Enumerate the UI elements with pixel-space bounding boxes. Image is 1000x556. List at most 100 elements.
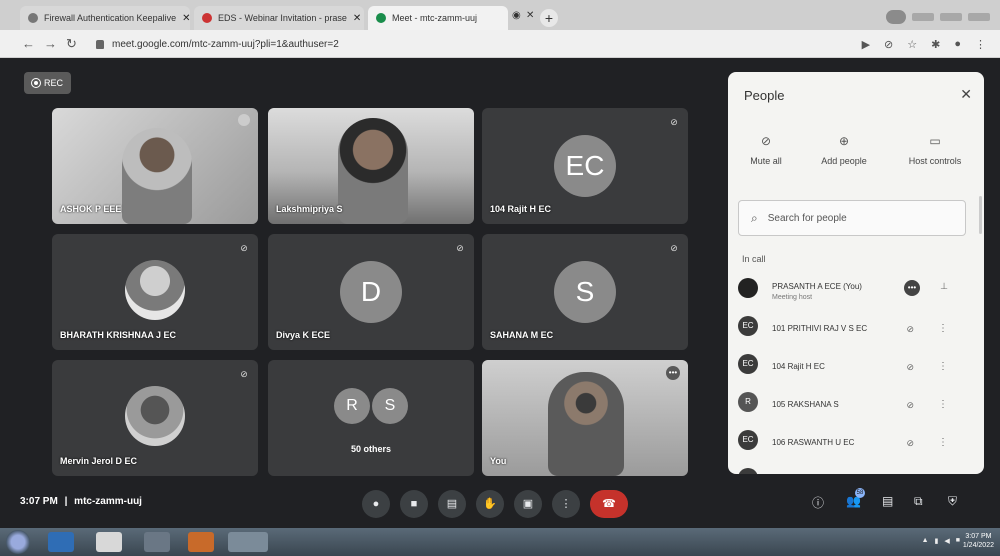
- close-tab-icon[interactable]: ✕: [176, 13, 190, 24]
- add-people-button[interactable]: ⊕ Add people: [812, 134, 876, 166]
- bookmark-star-icon[interactable]: ☆: [907, 38, 917, 51]
- participant-row-name: 105 RAKSHANA S: [772, 400, 839, 409]
- meeting-time: 3:07 PM: [20, 496, 58, 507]
- participant-name: Mervin Jerol D EC: [60, 456, 138, 466]
- reload-icon[interactable]: ↻: [66, 36, 77, 52]
- participant-avatar: R: [334, 388, 370, 424]
- end-call-icon: ☎: [602, 498, 616, 510]
- participant-tile[interactable]: ⊘ EC 104 Rajit H EC: [482, 108, 688, 224]
- language-icon[interactable]: ■: [956, 537, 960, 545]
- mic-off-icon: ⊘: [906, 362, 914, 372]
- tab-audio-icon[interactable]: ◉: [512, 10, 521, 21]
- search-icon: ⌕: [751, 210, 758, 225]
- close-tab-icon[interactable]: ✕: [347, 13, 361, 24]
- files-icon[interactable]: [144, 532, 170, 552]
- people-panel-title: People: [744, 88, 785, 103]
- participant-avatar: EC: [554, 135, 616, 197]
- participant-row[interactable]: EC 104 Rajit H EC ⊘ ⋮: [728, 350, 984, 386]
- others-tile[interactable]: R S 50 others: [268, 360, 474, 476]
- present-screen-icon: ▣: [522, 498, 534, 510]
- leave-call-button[interactable]: ☎: [590, 490, 628, 518]
- tab-title: Meet - mtc-zamm-uuj: [392, 13, 478, 23]
- camera-button[interactable]: ■: [400, 490, 428, 518]
- participant-photo-avatar: [125, 386, 185, 446]
- browser-tab-active[interactable]: Meet - mtc-zamm-uuj: [368, 6, 508, 30]
- self-video: [482, 360, 688, 476]
- raise-hand-button[interactable]: ✋: [476, 490, 504, 518]
- forward-icon[interactable]: →: [44, 36, 57, 51]
- participant-row[interactable]: R 105 RAKSHANA S ⊘ ⋮: [728, 388, 984, 424]
- meeting-details: 3:07 PM | mtc-zamm-uuj: [20, 496, 142, 507]
- more-options-icon[interactable]: ⋮: [938, 399, 948, 410]
- mic-off-icon: ⊘: [240, 369, 248, 379]
- zoom-icon[interactable]: ⊘: [884, 38, 893, 51]
- participant-tile[interactable]: ⊘ BHARATH KRISHNAA J EC: [52, 234, 258, 350]
- more-options-icon[interactable]: ⋮: [938, 361, 948, 372]
- tile-more-options-icon[interactable]: •••: [666, 366, 680, 380]
- participant-name: BHARATH KRISHNAA J EC: [60, 330, 177, 340]
- more-options-icon[interactable]: ⋮: [938, 323, 948, 334]
- panel-scrollbar[interactable]: [979, 196, 982, 234]
- host-controls-button[interactable]: ▭ Host controls: [900, 134, 970, 166]
- captions-button[interactable]: ▤: [438, 490, 466, 518]
- close-tab-icon[interactable]: ✕: [526, 10, 534, 21]
- taskbar-clock[interactable]: 3:07 PM 1/24/2022: [963, 532, 994, 550]
- menu-kebab-icon[interactable]: ⋮: [975, 38, 986, 51]
- activities-icon[interactable]: ⧉: [914, 494, 923, 509]
- extensions-icon[interactable]: ✱: [931, 38, 940, 51]
- browser-tab[interactable]: Firewall Authentication Keepalive ✕: [20, 6, 190, 30]
- volume-icon[interactable]: ◀: [944, 537, 949, 545]
- chrome-taskbar-icon[interactable]: [228, 532, 268, 552]
- back-icon[interactable]: ←: [22, 36, 35, 51]
- start-button[interactable]: [6, 530, 30, 554]
- camera-icon: ■: [410, 498, 418, 510]
- host-controls-icon: ▭: [929, 134, 941, 148]
- self-tile[interactable]: ••• You: [482, 360, 688, 476]
- browser-tab[interactable]: EDS - Webinar Invitation - prase ✕: [194, 6, 364, 30]
- chat-icon[interactable]: ▤: [882, 494, 893, 508]
- participant-avatar: [738, 468, 758, 474]
- search-people-input[interactable]: ⌕ Search for people: [738, 200, 966, 236]
- tile-options-icon[interactable]: [238, 114, 250, 126]
- show-hidden-icons-icon[interactable]: ▲: [922, 537, 929, 545]
- maximize-button[interactable]: [940, 13, 962, 21]
- captions-icon: ▤: [446, 498, 458, 510]
- minimize-button[interactable]: [912, 13, 934, 21]
- participant-name: You: [490, 456, 507, 466]
- participant-row[interactable]: EC 101 PRITHIVI RAJ V S EC ⊘ ⋮: [728, 312, 984, 348]
- more-options-icon[interactable]: ⋮: [938, 437, 948, 448]
- profile-avatar-icon[interactable]: ●: [954, 38, 961, 51]
- recording-label: REC: [44, 78, 64, 88]
- participant-row-name: PRASANTH A ECE (You): [772, 282, 862, 291]
- participant-tile[interactable]: ⊘ Mervin Jerol D EC: [52, 360, 258, 476]
- microphone-button[interactable]: ●: [362, 490, 390, 518]
- mute-all-button[interactable]: ⊘ Mute all: [742, 134, 790, 166]
- participant-row-partial[interactable]: [728, 464, 984, 474]
- more-options-button[interactable]: ⋮: [552, 490, 580, 518]
- participant-tile[interactable]: ⊘ S SAHANA M EC: [482, 234, 688, 350]
- mic-off-icon: ⊘: [670, 243, 678, 253]
- participant-tile[interactable]: Lakshmipriya S: [268, 108, 474, 224]
- pin-icon[interactable]: ⊥: [940, 281, 948, 292]
- network-icon[interactable]: ▮: [935, 537, 939, 545]
- profile-icon[interactable]: [886, 10, 906, 24]
- host-controls-icon[interactable]: ⛨: [948, 494, 957, 509]
- address-bar[interactable]: meet.google.com/mtc-zamm-uuj?pli=1&authu…: [88, 34, 848, 54]
- participant-tile[interactable]: ASHOK P EEE: [52, 108, 258, 224]
- more-vert-icon: ⋮: [560, 498, 572, 510]
- close-panel-icon[interactable]: ✕: [960, 86, 972, 103]
- participant-tile[interactable]: ⊘ D Divya K ECE: [268, 234, 474, 350]
- meeting-info-icon[interactable]: ⓘ: [812, 494, 824, 511]
- people-button[interactable]: 👥 58: [846, 488, 865, 508]
- ie-icon[interactable]: [48, 532, 74, 552]
- participant-row[interactable]: PRASANTH A ECE (You) Meeting host ••• ⊥: [728, 274, 984, 310]
- close-window-button[interactable]: [968, 13, 990, 21]
- camera-in-use-icon[interactable]: ▶: [862, 38, 870, 51]
- url-text: meet.google.com/mtc-zamm-uuj?pli=1&authu…: [112, 38, 339, 50]
- media-player-icon[interactable]: [188, 532, 214, 552]
- new-tab-button[interactable]: +: [540, 9, 558, 27]
- participant-row[interactable]: EC 106 RASWANTH U EC ⊘ ⋮: [728, 426, 984, 462]
- gmail-icon[interactable]: [96, 532, 122, 552]
- participant-avatar: [738, 278, 758, 298]
- present-button[interactable]: ▣: [514, 490, 542, 518]
